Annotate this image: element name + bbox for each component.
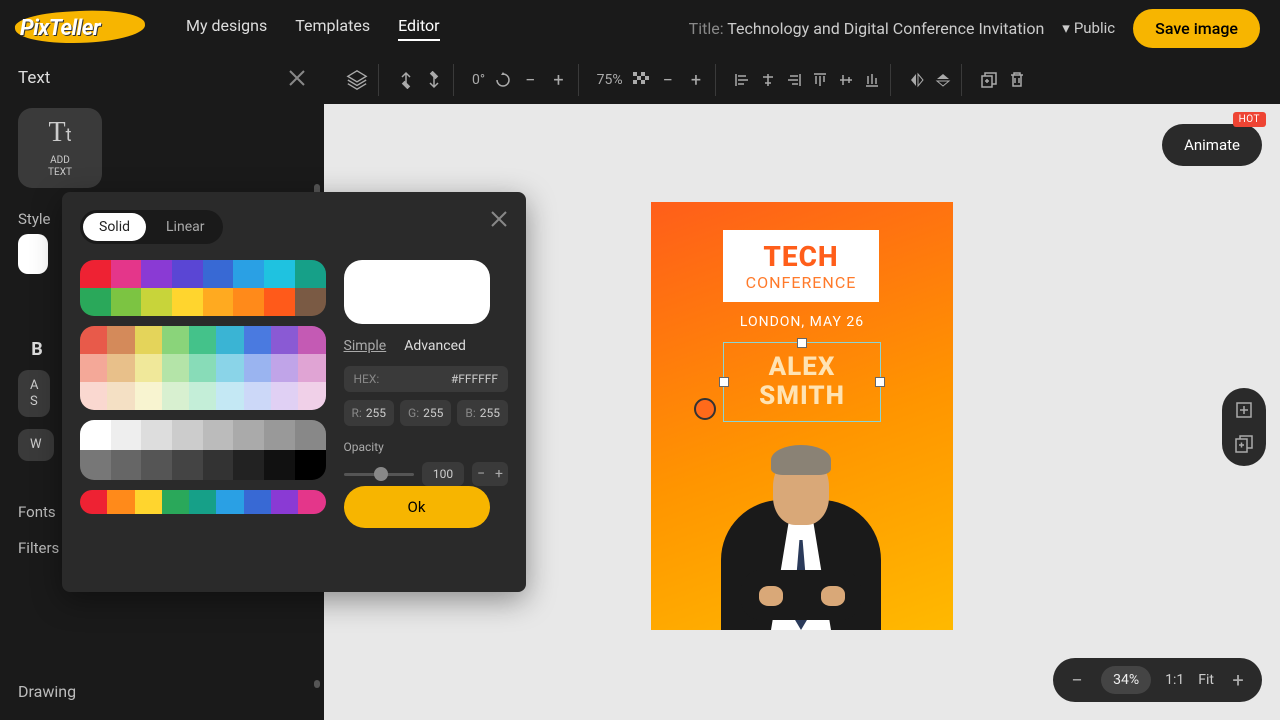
transparency-icon[interactable]: [633, 72, 649, 88]
right-toolbar: [1222, 388, 1266, 466]
mode-advanced[interactable]: Advanced: [404, 338, 466, 354]
resize-handle-left[interactable]: [719, 377, 729, 387]
duplicate-icon[interactable]: [980, 71, 998, 89]
design-artboard[interactable]: TECH CONFERENCE LONDON, MAY 26 ALEX SMIT…: [651, 202, 953, 630]
palette-rainbow[interactable]: [80, 490, 326, 514]
logo[interactable]: PixTeller: [20, 8, 150, 48]
current-color-preview[interactable]: [344, 260, 490, 324]
bold-toggle[interactable]: B: [22, 334, 52, 364]
selected-text-box[interactable]: ALEX SMITH: [723, 342, 881, 422]
align-bottom-icon[interactable]: [864, 72, 880, 88]
panel-title: Text: [18, 68, 50, 88]
align-middle-icon[interactable]: [838, 72, 854, 88]
zoom-controls: − 34% 1:1 Fit +: [1053, 658, 1262, 702]
zoom-out[interactable]: −: [1067, 668, 1087, 692]
align-left-icon[interactable]: [734, 72, 750, 88]
zoom-percent[interactable]: 34%: [1101, 666, 1151, 694]
rotate-handle[interactable]: [694, 398, 716, 420]
animate-button-wrap: HOT Animate: [1162, 124, 1262, 166]
add-text-button[interactable]: Tt ADD TEXT: [18, 108, 102, 188]
palette-pastel[interactable]: [80, 326, 326, 410]
preset-chip[interactable]: W: [18, 429, 54, 461]
opacity-value[interactable]: 75%: [597, 72, 623, 88]
app-header: PixTeller My designs Templates Editor Ti…: [0, 0, 1280, 56]
preset-chip[interactable]: A S: [18, 370, 50, 417]
align-center-h-icon[interactable]: [760, 72, 776, 88]
align-right-icon[interactable]: [786, 72, 802, 88]
zoom-actual[interactable]: 1:1: [1165, 672, 1184, 688]
b-input[interactable]: B:255: [457, 400, 508, 426]
bring-forward-icon[interactable]: [397, 71, 415, 89]
fill-type-toggle: Solid Linear: [80, 210, 223, 244]
flip-horizontal-icon[interactable]: [909, 72, 925, 88]
hot-badge: HOT: [1233, 112, 1266, 127]
close-icon[interactable]: [288, 69, 306, 87]
visibility-dropdown[interactable]: ▾Public: [1062, 19, 1115, 37]
nav-my-designs[interactable]: My designs: [186, 16, 267, 41]
ok-button[interactable]: Ok: [344, 486, 490, 528]
main-nav: My designs Templates Editor: [186, 16, 440, 41]
drawing-section[interactable]: Drawing: [0, 668, 94, 715]
r-input[interactable]: R:255: [344, 400, 395, 426]
opacity-increase[interactable]: +: [490, 462, 508, 486]
color-picker-popover: Solid Linear: [62, 192, 526, 592]
fill-solid[interactable]: Solid: [83, 213, 146, 241]
delete-icon[interactable]: [1008, 71, 1026, 89]
resize-handle-top[interactable]: [797, 338, 807, 348]
nav-templates[interactable]: Templates: [295, 16, 370, 41]
align-top-icon[interactable]: [812, 72, 828, 88]
opacity-slider[interactable]: [344, 473, 415, 476]
rotate-increase[interactable]: +: [549, 70, 567, 91]
title-block[interactable]: TECH CONFERENCE: [723, 230, 879, 302]
zoom-fit[interactable]: Fit: [1198, 672, 1214, 688]
person-image[interactable]: [701, 430, 901, 630]
animate-button[interactable]: Animate: [1162, 124, 1262, 166]
palette-grayscale[interactable]: [80, 420, 326, 480]
g-input[interactable]: G:255: [400, 400, 451, 426]
style-swatch[interactable]: [18, 234, 48, 274]
save-image-button[interactable]: Save image: [1133, 9, 1260, 48]
hex-input[interactable]: HEX: #FFFFFF: [344, 366, 509, 392]
nav-editor[interactable]: Editor: [398, 16, 439, 41]
tech-text: TECH: [763, 240, 838, 273]
opacity-decrease[interactable]: −: [472, 462, 490, 486]
conference-text: CONFERENCE: [746, 273, 857, 292]
rotate-icon[interactable]: [495, 72, 511, 88]
add-page-icon[interactable]: [1234, 400, 1254, 420]
palette-bright[interactable]: [80, 260, 326, 316]
close-icon[interactable]: [490, 210, 508, 228]
document-title[interactable]: Title: Technology and Digital Conference…: [689, 19, 1045, 38]
text-icon: Tt: [49, 117, 72, 149]
rotation-value[interactable]: 0°: [472, 72, 485, 88]
zoom-in[interactable]: +: [1228, 668, 1248, 692]
opacity-label: Opacity: [344, 440, 509, 454]
flip-vertical-icon[interactable]: [935, 72, 951, 88]
opacity-input[interactable]: 100: [422, 462, 464, 486]
color-controls: Simple Advanced HEX: #FFFFFF R:255 G:255…: [344, 260, 509, 528]
rotate-decrease[interactable]: −: [521, 70, 539, 91]
resize-handle-right[interactable]: [875, 377, 885, 387]
name-first: ALEX: [769, 353, 836, 382]
editor-toolbar: 0° − + 75% − +: [324, 56, 1280, 104]
opacity-decrease[interactable]: −: [659, 70, 677, 91]
fill-linear[interactable]: Linear: [150, 213, 220, 241]
mode-simple[interactable]: Simple: [344, 338, 387, 354]
opacity-increase[interactable]: +: [687, 70, 705, 91]
layers-icon[interactable]: [346, 69, 368, 91]
name-last: SMITH: [759, 382, 845, 411]
color-palettes: [80, 260, 326, 528]
send-backward-icon[interactable]: [425, 71, 443, 89]
date-text[interactable]: LONDON, MAY 26: [651, 314, 953, 330]
duplicate-page-icon[interactable]: [1234, 434, 1254, 454]
